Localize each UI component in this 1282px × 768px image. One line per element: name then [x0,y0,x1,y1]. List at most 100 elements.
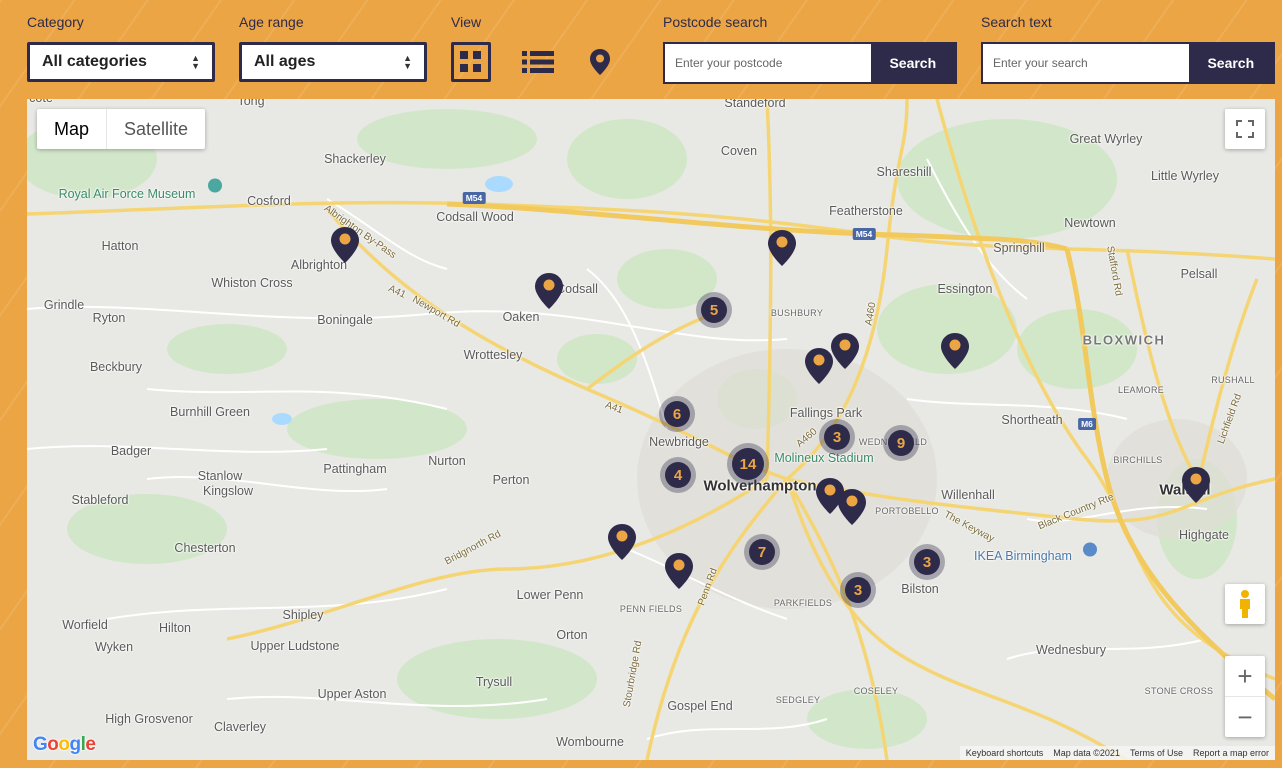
place-label: Shackerley [324,152,386,166]
age-range-select[interactable]: All ages ▲ ▼ [239,42,427,82]
place-label: PENN FIELDS [619,604,683,614]
place-label: Stableford [71,493,129,507]
place-label: Newtown [1064,216,1116,230]
place-label: Cosford [247,194,291,208]
postcode-input[interactable] [665,44,871,82]
map-pin-view-icon [590,49,610,75]
place-label: Willenhall [941,488,995,502]
map-marker[interactable] [1181,466,1211,504]
select-arrows-icon: ▲ ▼ [403,53,412,71]
map-marker[interactable] [607,523,637,561]
map-pin-icon [535,273,563,309]
age-range-select-value: All ages [254,53,316,70]
fullscreen-icon [1236,120,1254,138]
map-marker[interactable] [767,229,797,267]
place-label: Grindle [43,298,85,312]
place-label: Burnhill Green [170,405,250,419]
place-label: Ryton [92,311,126,325]
map-marker[interactable] [664,552,694,590]
place-label: Newbridge [649,435,709,449]
map-view-button[interactable] [580,42,620,82]
map-marker[interactable] [330,226,360,264]
place-label: Wrottesley [463,348,523,362]
select-arrows-icon: ▲ ▼ [191,53,200,71]
keyboard-shortcuts-link[interactable]: Keyboard shortcuts [966,748,1044,758]
place-label: Nurton [428,454,466,468]
map-type-map-button[interactable]: Map [37,109,108,149]
place-label: Wombourne [556,735,624,749]
list-view-button[interactable] [518,42,558,82]
view-label: View [451,14,482,30]
place-label: Boningale [317,313,373,327]
place-label: Tong [237,99,265,108]
list-view-icon [522,51,554,73]
map-type-satellite-button[interactable]: Satellite [107,109,205,149]
text-search-button[interactable]: Search [1188,44,1273,82]
map-type-control: Map Satellite [37,109,206,149]
place-label: Standeford [724,99,786,110]
place-label: BLOXWICH [1082,332,1166,348]
place-label: Fallings Park [789,406,863,420]
place-label: Gospel End [667,699,733,713]
map-cluster[interactable]: 9 [883,425,919,461]
place-label: Essington [937,282,993,296]
place-label: Great Wyrley [1069,132,1143,146]
map-canvas[interactable]: Standeford Tong Coven Great Wyrley Shack… [27,99,1275,760]
postcode-search-button[interactable]: Search [870,44,955,82]
place-label: Oaken [502,310,540,324]
map-marker[interactable] [940,332,970,370]
motorway-shield: M54 [852,228,876,240]
map-marker[interactable] [830,332,860,370]
postcode-search-group: Search [663,42,957,84]
map-cluster[interactable]: 6 [659,396,695,432]
postcode-search-label: Postcode search [663,14,768,30]
map-marker[interactable] [534,272,564,310]
map-data-text: Map data ©2021 [1053,748,1120,758]
place-label: Badger [110,444,152,458]
grid-view-button[interactable] [451,42,491,82]
map-attribution: Keyboard shortcuts Map data ©2021 Terms … [959,746,1275,760]
map-cluster[interactable]: 5 [696,292,732,328]
map-cluster[interactable]: 3 [909,544,945,580]
map-cluster[interactable]: 7 [744,534,780,570]
place-label: Wednesbury [1036,643,1106,657]
pegman-icon [1240,590,1250,618]
map-cluster[interactable]: 4 [660,457,696,493]
place-label: LEAMORE [1117,385,1165,395]
search-text-input[interactable] [983,44,1189,82]
place-label: RUSHALL [1211,375,1255,385]
place-label: Wyken [94,640,134,654]
place-label: Chesterton [174,541,236,555]
place-label: Featherstone [829,204,903,218]
map-cluster[interactable]: 3 [840,572,876,608]
place-label: Shareshill [876,165,932,179]
place-label: Claverley [213,720,267,734]
map-pin-icon [768,230,796,266]
place-label: COSELEY [853,686,899,696]
place-label: BUSHBURY [770,308,824,318]
terms-link[interactable]: Terms of Use [1130,748,1183,758]
map-marker[interactable] [837,488,867,526]
report-error-link[interactable]: Report a map error [1193,748,1269,758]
place-label: Upper Ludstone [250,639,340,653]
place-label: Springhill [993,241,1045,255]
place-label: Shortheath [1001,413,1063,427]
place-label: Whiston Cross [211,276,293,290]
place-label: Highgate [1178,528,1230,542]
poi-shop-icon [1083,542,1097,560]
category-select[interactable]: All categories ▲ ▼ [27,42,215,82]
category-label: Category [27,14,84,30]
map-pin-icon [838,489,866,525]
fullscreen-button[interactable] [1225,109,1265,149]
map-cluster[interactable]: 14 [727,443,769,485]
category-select-value: All categories [42,53,147,70]
map-cluster[interactable]: 3 [819,419,855,455]
street-view-button[interactable] [1225,584,1265,624]
zoom-control: + − [1225,656,1265,737]
place-label: Stanlow [197,469,243,483]
place-label: STONE CROSS [1144,686,1214,696]
zoom-in-button[interactable]: + [1225,656,1265,697]
motorway-shield: M54 [462,192,486,204]
zoom-out-button[interactable]: − [1225,697,1265,737]
place-label: Codsall Wood [436,210,514,224]
